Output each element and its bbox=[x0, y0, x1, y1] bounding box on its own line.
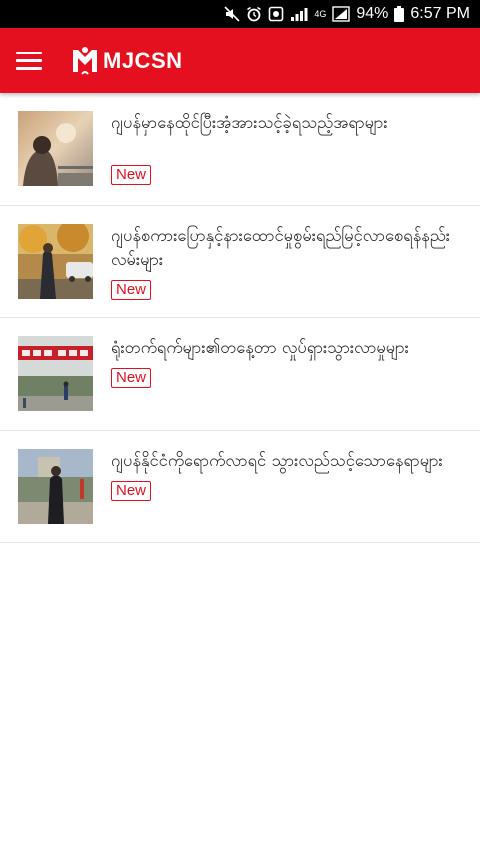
app-bar: MJCSN bbox=[0, 28, 480, 93]
article-title: ရုံးတက်ရက်များ၏တနေ့တာ လှုပ်ရှားသွားလာမှု… bbox=[111, 338, 409, 357]
new-badge: New bbox=[111, 279, 152, 300]
article-item[interactable]: ဂျပန်စကားပြောနှင့်နားထောင်မှုစွမ်းရည်မြင… bbox=[0, 206, 480, 318]
cell-signal-icon bbox=[332, 5, 351, 23]
network-type-label: 4G bbox=[314, 8, 327, 19]
new-badge: New bbox=[111, 480, 152, 501]
article-thumbnail[interactable] bbox=[18, 336, 93, 411]
new-badge: New bbox=[111, 165, 152, 185]
alarm-icon bbox=[246, 5, 262, 23]
app-title: MJCSN bbox=[103, 47, 183, 73]
hamburger-menu-icon[interactable] bbox=[16, 51, 42, 70]
article-item[interactable]: ဂျပန်နိုင်ငံကိုရောက်လာရင် သွားလည်သင့်သော… bbox=[0, 431, 480, 543]
data-saver-icon bbox=[268, 5, 284, 23]
battery-percent: 94% bbox=[356, 5, 389, 22]
wifi-signal-icon bbox=[290, 5, 308, 23]
article-thumbnail[interactable] bbox=[18, 111, 93, 186]
article-thumbnail[interactable] bbox=[18, 448, 93, 524]
new-badge: New bbox=[111, 368, 152, 388]
article-title: ဂျပန်မှာနေထိုင်ပြီးအံ့အားသင့်ခဲ့ရသည့်အရာ… bbox=[111, 113, 388, 132]
app-logo: MJCSN bbox=[72, 46, 183, 76]
article-item[interactable]: ဂျပန်မှာနေထိုင်ပြီးအံ့အားသင့်ခဲ့ရသည့်အရာ… bbox=[0, 93, 480, 206]
mjcsn-logo-icon bbox=[73, 46, 97, 75]
clock: 6:57 PM bbox=[410, 5, 470, 22]
article-title: ဂျပန်စကားပြောနှင့်နားထောင်မှုစွမ်းရည်မြင… bbox=[111, 225, 450, 269]
article-thumbnail[interactable] bbox=[18, 223, 93, 299]
article-list: ဂျပန်မှာနေထိုင်ပြီးအံ့အားသင့်ခဲ့ရသည့်အရာ… bbox=[0, 93, 480, 543]
mute-icon bbox=[224, 5, 240, 23]
status-bar: 4G 94% 6:57 PM bbox=[0, 0, 480, 28]
battery-icon bbox=[394, 5, 405, 23]
article-title: ဂျပန်နိုင်ငံကိုရောက်လာရင် သွားလည်သင့်သော… bbox=[111, 450, 443, 470]
article-item[interactable]: ရုံးတက်ရက်များ၏တနေ့တာ လှုပ်ရှားသွားလာမှု… bbox=[0, 318, 480, 431]
network-type-icon: 4G bbox=[314, 5, 326, 23]
